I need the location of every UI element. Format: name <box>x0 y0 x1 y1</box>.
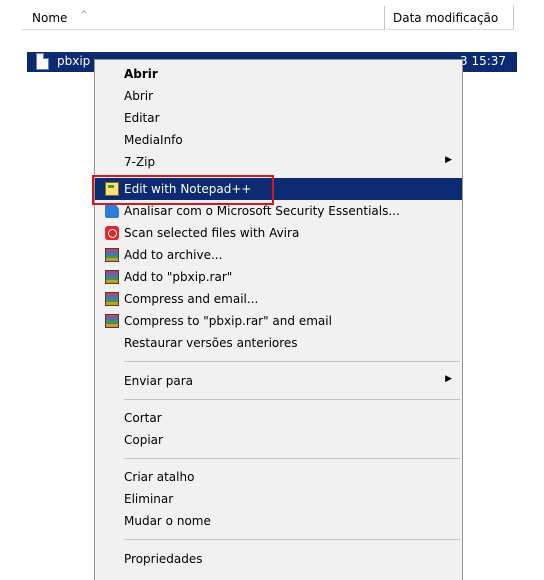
menu-separator <box>124 361 460 362</box>
menu-separator <box>124 399 460 400</box>
menu-item-cut[interactable]: Cortar <box>95 407 462 429</box>
context-menu: Abrir Abrir Editar MediaInfo 7-Zip ▶ Edi… <box>94 59 463 580</box>
menu-item-label: Mudar o nome <box>124 514 211 528</box>
menu-item-label: 7-Zip <box>124 155 156 169</box>
menu-item-label: Analisar com o Microsoft Security Essent… <box>124 204 400 218</box>
menu-item-edit[interactable]: Editar <box>95 107 462 129</box>
menu-item-send-to[interactable]: Enviar para ▶ <box>95 370 462 392</box>
menu-item-add-to-archive[interactable]: Add to archive... <box>95 244 462 266</box>
menu-item-rename[interactable]: Mudar o nome <box>95 510 462 532</box>
menu-item-properties[interactable]: Propriedades <box>95 548 462 570</box>
menu-item-restore-previous-versions[interactable]: Restaurar versões anteriores <box>95 332 462 354</box>
menu-separator <box>124 539 460 540</box>
menu-item-mediainfo[interactable]: MediaInfo <box>95 129 462 151</box>
menu-item-compress-and-email[interactable]: Compress and email... <box>95 288 462 310</box>
winrar-icon <box>105 248 119 262</box>
microsoft-security-essentials-icon <box>105 204 119 218</box>
menu-item-label: Abrir <box>124 67 158 81</box>
menu-separator <box>124 458 460 459</box>
menu-item-copy[interactable]: Copiar <box>95 429 462 451</box>
winrar-icon <box>105 270 119 284</box>
file-name: pbxip <box>57 54 91 68</box>
menu-item-label: Scan selected files with Avira <box>124 226 300 240</box>
menu-item-add-to-rar[interactable]: Add to "pbxip.rar" <box>95 266 462 288</box>
file-icon <box>36 53 49 70</box>
menu-item-label: Cortar <box>124 411 162 425</box>
menu-item-label: Restaurar versões anteriores <box>124 336 298 350</box>
file-modified-date: 3 15:37 <box>460 54 507 68</box>
menu-item-label: Add to archive... <box>124 248 223 262</box>
menu-item-label: Abrir <box>124 89 154 103</box>
menu-item-compress-to-rar-and-email[interactable]: Compress to "pbxip.rar" and email <box>95 310 462 332</box>
menu-item-create-shortcut[interactable]: Criar atalho <box>95 466 462 488</box>
menu-item-label: Editar <box>124 111 160 125</box>
submenu-arrow-icon: ▶ <box>445 374 452 384</box>
winrar-icon <box>105 292 119 306</box>
column-header-name[interactable]: Nome ^ <box>22 6 385 30</box>
column-header-date[interactable]: Data modificação <box>386 6 514 30</box>
menu-item-label: Criar atalho <box>124 470 195 484</box>
sort-ascending-icon: ^ <box>80 10 88 20</box>
avira-icon <box>105 226 119 240</box>
menu-item-label: Copiar <box>124 433 163 447</box>
winrar-icon <box>105 314 119 328</box>
column-header-name-label: Nome <box>32 11 68 25</box>
menu-item-open[interactable]: Abrir <box>95 85 462 107</box>
menu-item-open-default[interactable]: Abrir <box>95 63 462 85</box>
menu-item-delete[interactable]: Eliminar <box>95 488 462 510</box>
menu-item-label: Compress to "pbxip.rar" and email <box>124 314 332 328</box>
menu-item-label: Add to "pbxip.rar" <box>124 270 233 284</box>
menu-item-scan-avira[interactable]: Scan selected files with Avira <box>95 222 462 244</box>
menu-item-label: Enviar para <box>124 374 193 388</box>
column-header-date-label: Data modificação <box>393 11 499 25</box>
menu-item-label: MediaInfo <box>124 133 183 147</box>
menu-item-label: Eliminar <box>124 492 174 506</box>
menu-item-label: Compress and email... <box>124 292 259 306</box>
submenu-arrow-icon: ▶ <box>445 155 452 165</box>
menu-item-7zip[interactable]: 7-Zip ▶ <box>95 151 462 173</box>
menu-item-label: Propriedades <box>124 552 203 566</box>
red-annotation-box <box>92 175 274 205</box>
column-header-bar: Nome ^ Data modificação <box>0 0 544 30</box>
